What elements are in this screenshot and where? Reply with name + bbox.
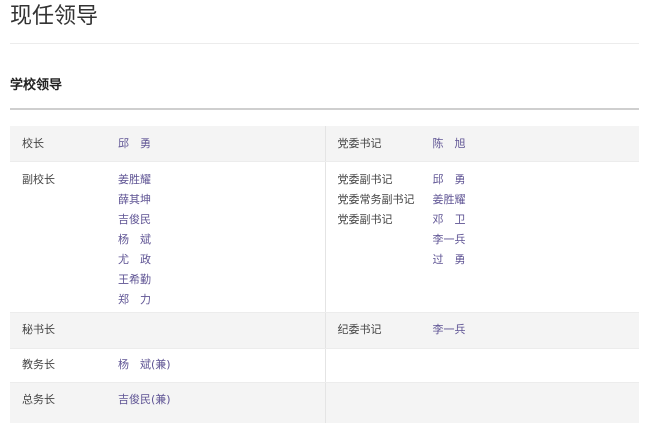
leader-name[interactable]: 王希勤 <box>118 270 151 290</box>
position-label: 秘书长 <box>22 323 55 336</box>
table-row: 校长 邱 勇 党委书记 陈 旭 <box>10 126 639 162</box>
leader-name[interactable]: 李一兵 <box>433 230 466 250</box>
right-cell: 党委书记 陈 旭 <box>324 126 640 161</box>
leader-name[interactable]: 邱 勇 <box>433 170 466 190</box>
leader-name[interactable]: 郑 力 <box>118 290 151 310</box>
position-label: 副校长 <box>22 173 55 186</box>
position-label: 校长 <box>22 137 44 150</box>
position-label: 纪委书记 <box>337 323 382 336</box>
name-list: 邱 勇 <box>118 134 151 161</box>
leader-name[interactable]: 吉俊民 <box>118 210 151 230</box>
position-label-list: 党委书记 <box>326 134 433 161</box>
right-cell: 纪委书记 李一兵 <box>324 313 640 348</box>
right-cell: 党委副书记 党委常务副书记 党委副书记 邱 勇 姜胜耀 邓 卫 李一兵 过 勇 <box>324 162 640 312</box>
position-label: 总务长 <box>22 393 55 406</box>
left-cell: 校长 邱 勇 <box>10 126 325 161</box>
leader-name[interactable]: 姜胜耀 <box>118 170 151 190</box>
left-cell: 副校长 姜胜耀 薛其坤 吉俊民 杨 斌 尤 政 王希勤 郑 力 <box>10 162 325 312</box>
page-title: 现任领导 <box>10 4 99 29</box>
table-row: 总务长 吉俊民(兼) <box>10 383 639 423</box>
left-cell: 教务长 杨 斌(兼) <box>10 349 325 382</box>
table-row: 教务长 杨 斌(兼) <box>10 349 639 383</box>
right-cell <box>324 383 640 423</box>
leader-name[interactable]: 吉俊民(兼) <box>118 390 171 410</box>
right-cell <box>324 349 640 382</box>
position-label: 党委常务副书记 <box>337 193 415 206</box>
leader-name[interactable]: 薛其坤 <box>118 190 151 210</box>
position-label: 党委副书记 <box>337 173 393 186</box>
position-label-list: 党委副书记 党委常务副书记 党委副书记 <box>326 170 433 312</box>
leader-name[interactable]: 过 勇 <box>433 250 466 270</box>
leaders-table: 校长 邱 勇 党委书记 陈 旭 副校长 姜胜耀 薛其坤 吉俊民 杨 斌 尤 政 … <box>10 126 639 423</box>
name-list: 吉俊民(兼) <box>118 390 171 423</box>
name-list: 姜胜耀 薛其坤 吉俊民 杨 斌 尤 政 王希勤 郑 力 <box>118 170 151 312</box>
leader-name[interactable]: 陈 旭 <box>433 134 466 154</box>
leader-name[interactable]: 尤 政 <box>118 250 151 270</box>
leader-name[interactable]: 杨 斌(兼) <box>118 355 171 375</box>
leader-name[interactable]: 邱 勇 <box>118 134 151 154</box>
table-row: 秘书长 纪委书记 李一兵 <box>10 313 639 349</box>
leader-name[interactable]: 李一兵 <box>433 320 466 340</box>
name-list: 杨 斌(兼) <box>118 355 171 382</box>
leader-name[interactable]: 姜胜耀 <box>433 190 466 210</box>
title-divider <box>10 43 639 44</box>
name-list: 邱 勇 姜胜耀 邓 卫 李一兵 过 勇 <box>433 170 466 312</box>
leader-name[interactable]: 邓 卫 <box>433 210 466 230</box>
position-label-list: 纪委书记 <box>326 320 433 348</box>
left-cell: 秘书长 <box>10 313 325 348</box>
name-list: 李一兵 <box>433 320 466 348</box>
table-row: 副校长 姜胜耀 薛其坤 吉俊民 杨 斌 尤 政 王希勤 郑 力 党委副书记 党委… <box>10 162 639 313</box>
position-label: 教务长 <box>22 358 55 371</box>
section-divider <box>10 108 639 110</box>
position-label: 党委书记 <box>337 137 382 150</box>
left-cell: 总务长 吉俊民(兼) <box>10 383 325 423</box>
name-list: 陈 旭 <box>433 134 466 161</box>
leader-name[interactable]: 杨 斌 <box>118 230 151 250</box>
position-label: 党委副书记 <box>337 213 393 226</box>
section-title: 学校领导 <box>10 78 63 93</box>
